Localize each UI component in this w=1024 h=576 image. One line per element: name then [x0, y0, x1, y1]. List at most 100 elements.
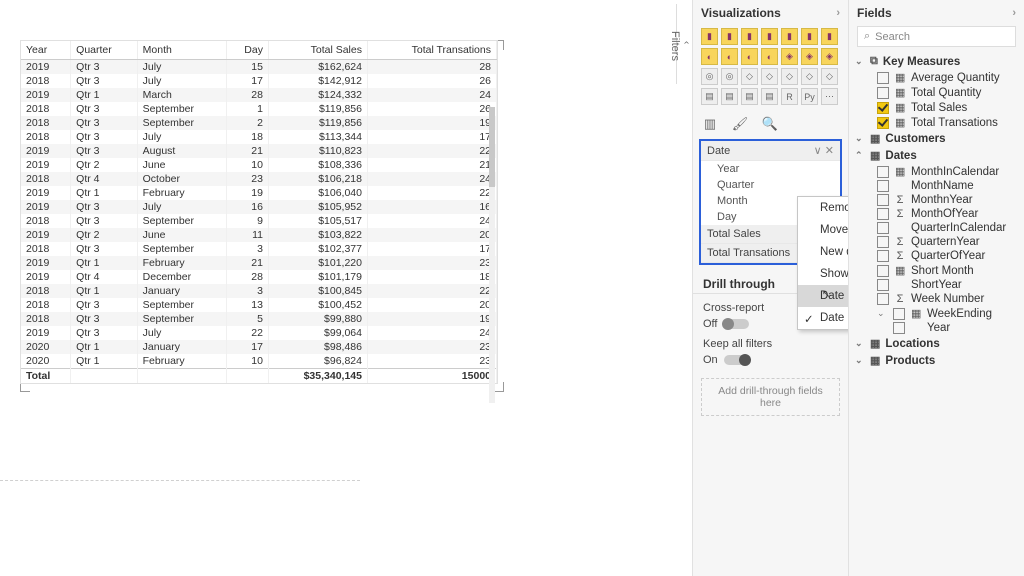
- field-item[interactable]: ▦Average Quantity: [855, 70, 1018, 85]
- viz-type-button[interactable]: Py: [801, 88, 818, 105]
- report-canvas[interactable]: ‹ Filters ⧩ ⧉ ⋯ YearQuarterMonthDayTotal…: [0, 0, 692, 576]
- viz-type-button[interactable]: ▤: [761, 88, 778, 105]
- table-row[interactable]: 2020Qtr 1February10$96,82423: [21, 354, 497, 369]
- menu-remove-field[interactable]: Remove field: [798, 197, 848, 219]
- viz-type-button[interactable]: ◎: [701, 68, 718, 85]
- viz-type-button[interactable]: ◐: [761, 48, 778, 65]
- viz-type-button[interactable]: ◐: [721, 48, 738, 65]
- table-row[interactable]: 2018Qtr 3July18$113,34417: [21, 130, 497, 144]
- viz-type-button[interactable]: R: [781, 88, 798, 105]
- table-customers[interactable]: ⌄▦Customers: [855, 130, 1018, 147]
- table-row[interactable]: 2020Qtr 1January17$98,48623: [21, 340, 497, 354]
- viz-type-button[interactable]: ◐: [741, 48, 758, 65]
- table-row[interactable]: 2019Qtr 3July16$105,95216: [21, 200, 497, 214]
- viz-type-button[interactable]: ▮: [781, 28, 798, 45]
- viz-type-button[interactable]: ◇: [801, 68, 818, 85]
- chevron-right-icon[interactable]: ›: [1012, 7, 1016, 19]
- checkbox[interactable]: [877, 265, 889, 277]
- viz-type-button[interactable]: ◐: [701, 48, 718, 65]
- checkbox[interactable]: [877, 293, 889, 305]
- checkbox[interactable]: [877, 208, 889, 220]
- table-products[interactable]: ⌄▦Products: [855, 352, 1018, 369]
- menu-move[interactable]: Move▸: [798, 219, 848, 241]
- hierarchy-quarter[interactable]: Quarter: [701, 177, 840, 193]
- checkbox[interactable]: [877, 222, 889, 234]
- table-row[interactable]: 2019Qtr 2June10$108,33621: [21, 158, 497, 172]
- table-row[interactable]: 2018Qtr 3July17$142,91226: [21, 74, 497, 88]
- date-field-well[interactable]: Date ∨ ✕: [701, 141, 840, 161]
- table-row[interactable]: 2018Qtr 1January3$100,84522: [21, 284, 497, 298]
- table-row[interactable]: 2019Qtr 3July22$99,06424: [21, 326, 497, 340]
- column-header[interactable]: Total Sales: [268, 41, 367, 60]
- field-item[interactable]: ShortYear: [855, 278, 1018, 292]
- menu-date[interactable]: Date↖: [798, 285, 848, 307]
- checkbox[interactable]: [877, 279, 889, 291]
- checkbox[interactable]: [877, 236, 889, 248]
- table-visual[interactable]: YearQuarterMonthDayTotal SalesTotal Tran…: [20, 40, 498, 384]
- field-item[interactable]: ΣQuarterOfYear: [855, 249, 1018, 263]
- checkbox[interactable]: [877, 166, 889, 178]
- field-item[interactable]: ▦Total Quantity: [855, 85, 1018, 100]
- table-row[interactable]: 2018Qtr 3September1$119,85626: [21, 102, 497, 116]
- viz-type-button[interactable]: ▮: [721, 28, 738, 45]
- viz-type-button[interactable]: ▤: [721, 88, 738, 105]
- viz-type-button[interactable]: ◇: [741, 68, 758, 85]
- field-item[interactable]: ▦Total Transations: [855, 115, 1018, 130]
- table-row[interactable]: 2018Qtr 3September13$100,45220: [21, 298, 497, 312]
- field-item[interactable]: QuarterInCalendar: [855, 221, 1018, 235]
- table-row[interactable]: 2019Qtr 3July15$162,62428: [21, 60, 497, 75]
- menu-date-hierarchy[interactable]: ✓Date Hierarchy: [798, 307, 848, 329]
- table-row[interactable]: 2019Qtr 1March28$124,33224: [21, 88, 497, 102]
- scrollbar-thumb[interactable]: [489, 107, 495, 187]
- table-row[interactable]: 2019Qtr 3August21$110,82322: [21, 144, 497, 158]
- table-row[interactable]: 2019Qtr 1February21$101,22023: [21, 256, 497, 270]
- viz-type-button[interactable]: ◈: [801, 48, 818, 65]
- viz-type-button[interactable]: ▮: [761, 28, 778, 45]
- format-mode-icon[interactable]: 🖌: [731, 115, 749, 133]
- field-item[interactable]: ΣMonthnYear: [855, 193, 1018, 207]
- column-header[interactable]: Month: [137, 41, 226, 60]
- table-row[interactable]: 2018Qtr 3September9$105,51724: [21, 214, 497, 228]
- field-item[interactable]: ⌄▦WeekEnding: [855, 306, 1018, 321]
- field-item[interactable]: ▦Short Month: [855, 263, 1018, 278]
- field-item[interactable]: ΣMonthOfYear: [855, 207, 1018, 221]
- table-row[interactable]: 2019Qtr 1February19$106,04022: [21, 186, 497, 200]
- viz-type-button[interactable]: ◈: [781, 48, 798, 65]
- viz-type-button[interactable]: ◇: [761, 68, 778, 85]
- viz-type-button[interactable]: ◈: [821, 48, 838, 65]
- viz-type-button[interactable]: ▤: [741, 88, 758, 105]
- viz-type-button[interactable]: ◇: [821, 68, 838, 85]
- field-item[interactable]: ▦Total Sales: [855, 100, 1018, 115]
- table-row[interactable]: 2018Qtr 3September3$102,37717: [21, 242, 497, 256]
- checkbox[interactable]: [877, 250, 889, 262]
- viz-type-button[interactable]: ▤: [701, 88, 718, 105]
- field-dropdown-icon[interactable]: ∨ ✕: [814, 144, 834, 157]
- field-item[interactable]: Year: [855, 321, 1018, 335]
- column-header[interactable]: Day: [226, 41, 268, 60]
- checkbox[interactable]: [877, 194, 889, 206]
- keep-filters-toggle[interactable]: [724, 355, 750, 365]
- menu-show-items-no-data[interactable]: Show items with no data: [798, 263, 848, 285]
- table-dates[interactable]: ⌃▦Dates: [855, 147, 1018, 164]
- viz-type-button[interactable]: ▮: [701, 28, 718, 45]
- menu-new-quick-measure[interactable]: New quick measure: [798, 241, 848, 263]
- table-key-measures[interactable]: ⌄⧉Key Measures: [855, 53, 1018, 70]
- column-header[interactable]: Total Transations: [367, 41, 496, 60]
- checkbox[interactable]: [893, 308, 905, 320]
- hierarchy-year[interactable]: Year: [701, 161, 840, 177]
- field-item[interactable]: ▦MonthInCalendar: [855, 164, 1018, 179]
- field-item[interactable]: ΣWeek Number: [855, 292, 1018, 306]
- add-drillthrough-dropzone[interactable]: Add drill-through fields here: [701, 378, 840, 416]
- table-row[interactable]: 2018Qtr 4October23$106,21824: [21, 172, 497, 186]
- viz-type-button[interactable]: ◎: [721, 68, 738, 85]
- chevron-right-icon[interactable]: ›: [836, 7, 840, 19]
- viz-type-button[interactable]: ▮: [801, 28, 818, 45]
- table-locations[interactable]: ⌄▦Locations: [855, 335, 1018, 352]
- table-row[interactable]: 2019Qtr 4December28$101,17918: [21, 270, 497, 284]
- checkbox[interactable]: [877, 117, 889, 129]
- field-item[interactable]: ΣQuarternYear: [855, 235, 1018, 249]
- cross-report-toggle[interactable]: [723, 319, 749, 329]
- checkbox[interactable]: [877, 72, 889, 84]
- checkbox[interactable]: [877, 180, 889, 192]
- viz-type-button[interactable]: ▮: [821, 28, 838, 45]
